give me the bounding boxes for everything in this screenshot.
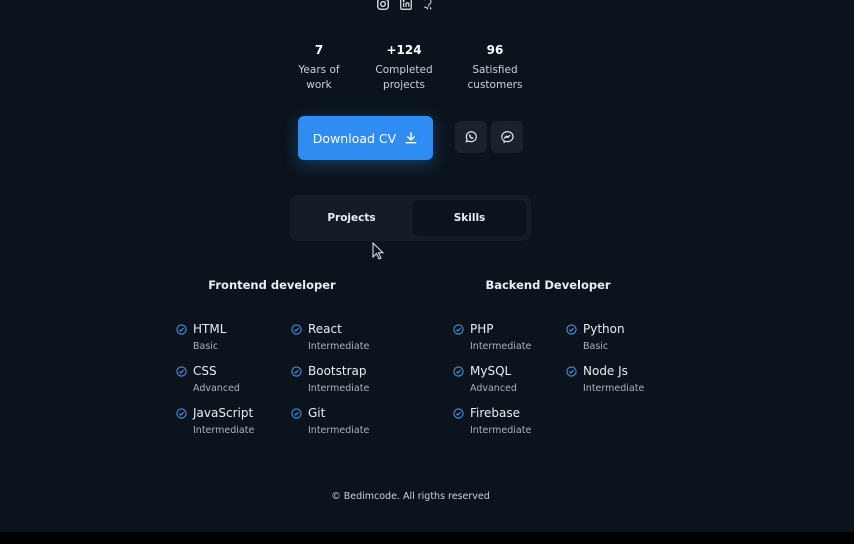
skill-name: Python [583,322,625,336]
skill-name: HTML [193,322,227,336]
tab-skills[interactable]: Skills [413,200,526,236]
skill-level: Intermediate [583,383,645,394]
linkedin-icon[interactable] [399,0,413,11]
skill-level: Intermediate [470,341,532,352]
github-icon[interactable] [422,0,436,11]
stat-label-line: customers [467,79,523,91]
skill-level: Advanced [193,383,240,394]
skill-name: MySQL [470,364,512,378]
check-circle-icon [176,324,187,335]
stat-value: 96 [486,43,504,57]
skill-level: Advanced [470,383,517,394]
messenger-button[interactable] [491,121,523,153]
skill-name: JavaScript [193,406,254,420]
download-icon [405,132,417,144]
skill-level: Intermediate [308,383,370,394]
messenger-icon [501,131,514,144]
stat-label-line: Satisfied [472,64,518,76]
stat-label-line: projects [383,79,425,91]
skill-name: Node Js [583,364,628,378]
stat-label-line: Years of [298,64,340,76]
check-circle-icon [291,324,302,335]
skill-level: Intermediate [193,425,255,436]
mouse-cursor-icon [372,242,384,260]
skill-level: Basic [193,341,219,352]
stat-value: +124 [386,43,422,57]
skill-name: Git [308,406,326,420]
check-circle-icon [453,324,464,335]
skill-name: React [308,322,342,336]
check-circle-icon [453,408,464,419]
social-links [376,0,436,11]
bottom-bar [0,532,854,544]
skill-name: PHP [470,322,494,336]
stat-label-line: Completed [375,64,433,76]
whatsapp-icon [465,131,477,143]
check-circle-icon [176,366,187,377]
download-cv-button[interactable]: Download CV [298,116,433,160]
stats-section: 7 Years of work +124 Completed projects … [280,42,540,102]
backend-title: Backend Developer [485,278,611,292]
frontend-title: Frontend developer [208,278,336,292]
stat-projects: +124 Completed projects [368,42,440,93]
skill-level: Basic [583,341,609,352]
stat-value: 7 [314,43,324,57]
stat-label: Years of work [288,63,350,93]
check-circle-icon [566,366,577,377]
instagram-icon[interactable] [376,0,390,11]
download-cv-label: Download CV [312,130,397,146]
skill-name: CSS [193,364,217,378]
stat-label: Satisfied customers [460,63,530,93]
check-circle-icon [176,408,187,419]
stat-customers: 96 Satisfied customers [460,42,530,93]
check-circle-icon [291,408,302,419]
check-circle-icon [291,366,302,377]
check-circle-icon [453,366,464,377]
tab-projects[interactable]: Projects [295,200,408,236]
stat-label-line: work [306,79,332,91]
check-circle-icon [566,324,577,335]
skill-name: Bootstrap [308,364,367,378]
skill-level: Intermediate [308,425,370,436]
footer-copyright: © Bedimcode. All rigths reserved [331,491,490,502]
portfolio-page: 7 Years of work +124 Completed projects … [0,0,854,532]
tab-switcher: Projects Skills [290,195,531,241]
skill-level: Intermediate [470,425,532,436]
skill-name: Firebase [470,406,521,420]
stat-label: Completed projects [368,63,440,93]
whatsapp-button[interactable] [455,121,487,153]
stat-years: 7 Years of work [288,42,350,93]
skill-level: Intermediate [308,341,370,352]
